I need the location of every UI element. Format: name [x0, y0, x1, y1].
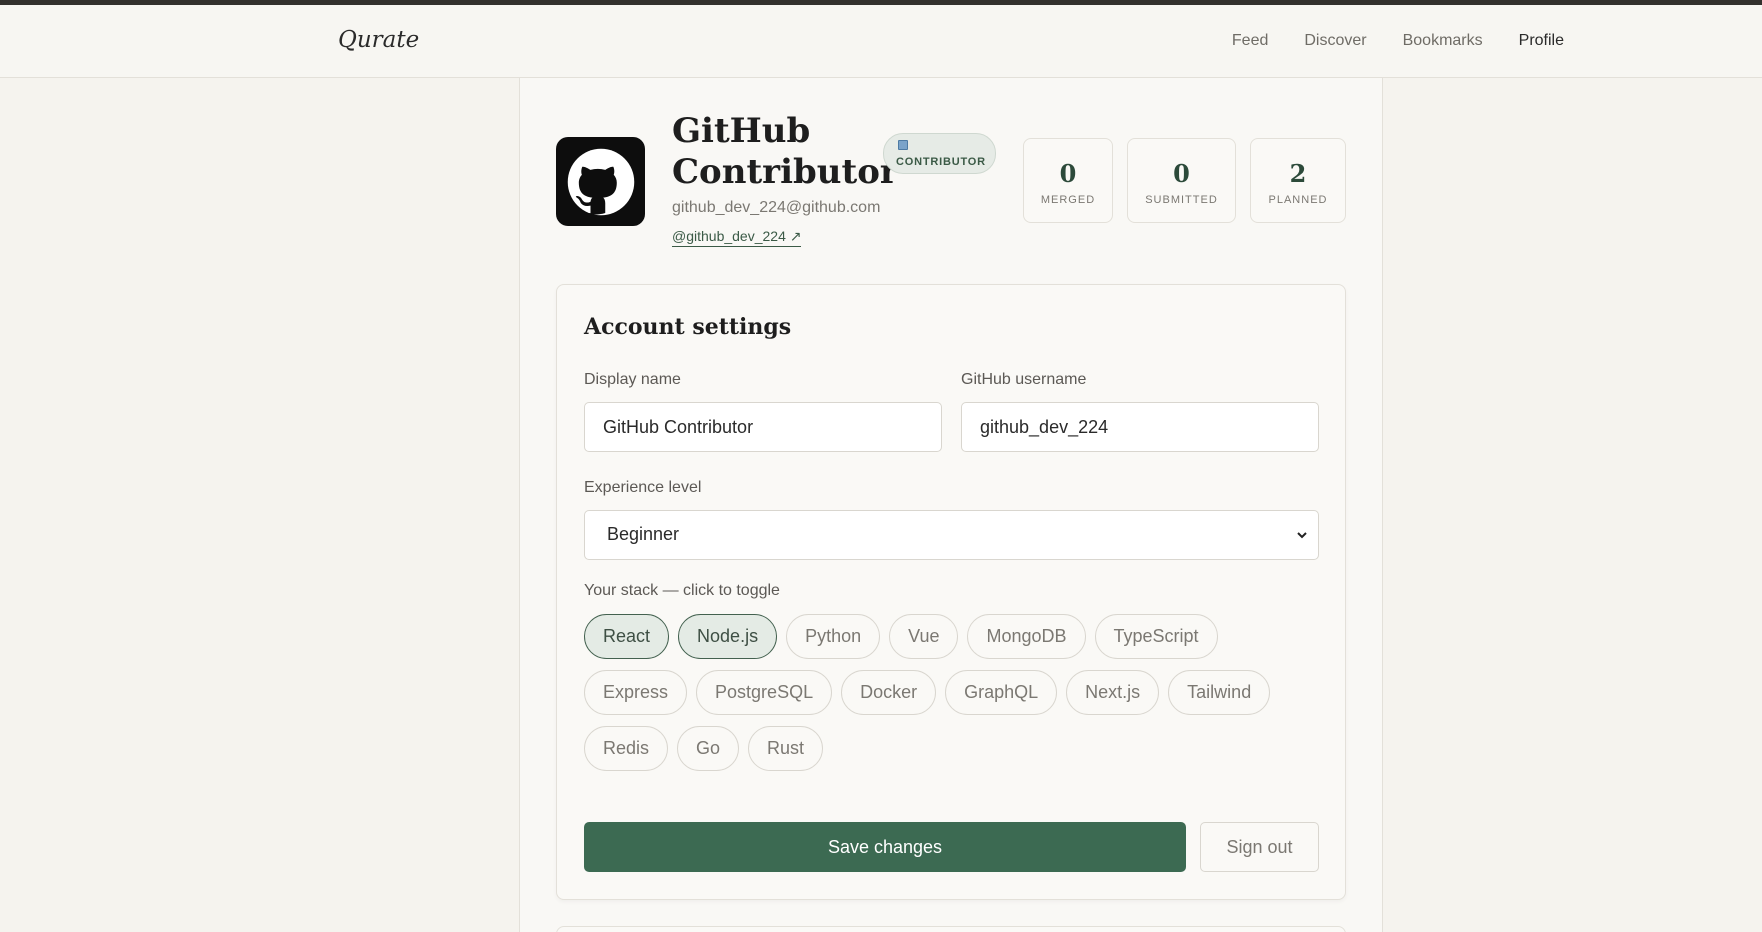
- experience-level-label: Experience level: [584, 479, 702, 496]
- stack-chip-tailwind[interactable]: Tailwind: [1168, 670, 1271, 715]
- github-username-input[interactable]: [961, 402, 1319, 452]
- github-profile-link[interactable]: @github_dev_224 ↗: [672, 228, 802, 247]
- stat-merged: 0 MERGED: [1023, 138, 1113, 223]
- avatar: [556, 137, 645, 226]
- chevron-down-icon: [1297, 532, 1307, 539]
- stat-label: SUBMITTED: [1145, 194, 1218, 206]
- account-settings-card: Account settings Display name GitHub use…: [556, 284, 1346, 900]
- stack-chip-docker[interactable]: Docker: [841, 670, 937, 715]
- chip-row: Redis Go Rust: [584, 726, 1319, 771]
- nav-item-discover[interactable]: Discover: [1304, 32, 1366, 50]
- stack-chip-react[interactable]: React: [584, 614, 670, 659]
- logo[interactable]: Qurate: [338, 27, 419, 53]
- role-badge: CONTRIBUTOR: [883, 133, 996, 174]
- stack-chip-vue[interactable]: Vue: [889, 614, 959, 659]
- stack-chip-express[interactable]: Express: [584, 670, 688, 715]
- stack-chip-nodejs[interactable]: Node.js: [678, 614, 778, 659]
- nav-item-profile[interactable]: Profile: [1519, 32, 1564, 50]
- stack-chip-go[interactable]: Go: [677, 726, 740, 771]
- stack-chip-typescript[interactable]: TypeScript: [1094, 614, 1218, 659]
- stack-chip-nextjs[interactable]: Next.js: [1066, 670, 1160, 715]
- chip-row: React Node.js Python Vue MongoDB TypeScr…: [584, 614, 1319, 659]
- stat-submitted: 0 SUBMITTED: [1127, 138, 1236, 223]
- github-icon: [567, 148, 634, 215]
- stack-chip-mongodb[interactable]: MongoDB: [967, 614, 1086, 659]
- stat-value: 0: [1059, 159, 1077, 188]
- next-card: [556, 926, 1346, 932]
- badge-label: CONTRIBUTOR: [896, 156, 986, 168]
- stack-chip-redis[interactable]: Redis: [584, 726, 669, 771]
- chip-row: Express PostgreSQL Docker GraphQL Next.j…: [584, 670, 1319, 715]
- nav-item-feed[interactable]: Feed: [1232, 32, 1268, 50]
- main-nav: Feed Discover Bookmarks Profile: [1232, 32, 1564, 50]
- stat-value: 0: [1173, 159, 1190, 188]
- stack-chip-graphql[interactable]: GraphQL: [945, 670, 1058, 715]
- display-name-label: Display name: [584, 371, 681, 388]
- stack-chip-rust[interactable]: Rust: [748, 726, 824, 771]
- stack-chip-python[interactable]: Python: [786, 614, 881, 659]
- stack-label: Your stack — click to toggle: [584, 582, 780, 599]
- stack-chips: React Node.js Python Vue MongoDB TypeScr…: [584, 614, 1319, 782]
- stat-label: PLANNED: [1268, 194, 1328, 206]
- nav-item-bookmarks[interactable]: Bookmarks: [1403, 32, 1483, 50]
- experience-level-select[interactable]: Beginner: [584, 510, 1319, 560]
- stat-planned: 2 PLANNED: [1250, 138, 1346, 223]
- experience-level-value: Beginner: [607, 524, 680, 544]
- github-username-label: GitHub username: [961, 371, 1087, 388]
- stat-label: MERGED: [1040, 194, 1096, 206]
- profile-email: github_dev_224@github.com: [672, 199, 881, 216]
- monitor-icon: [898, 140, 908, 150]
- stack-chip-postgresql[interactable]: PostgreSQL: [696, 670, 833, 715]
- stat-value: 2: [1289, 159, 1307, 188]
- site-header: Qurate Feed Discover Bookmarks Profile: [0, 5, 1762, 78]
- display-name-input[interactable]: [584, 402, 942, 452]
- save-changes-button[interactable]: Save changes: [584, 822, 1186, 872]
- profile-name: GitHub Contributor: [672, 111, 898, 192]
- sign-out-button[interactable]: Sign out: [1200, 822, 1319, 872]
- card-title: Account settings: [584, 314, 792, 340]
